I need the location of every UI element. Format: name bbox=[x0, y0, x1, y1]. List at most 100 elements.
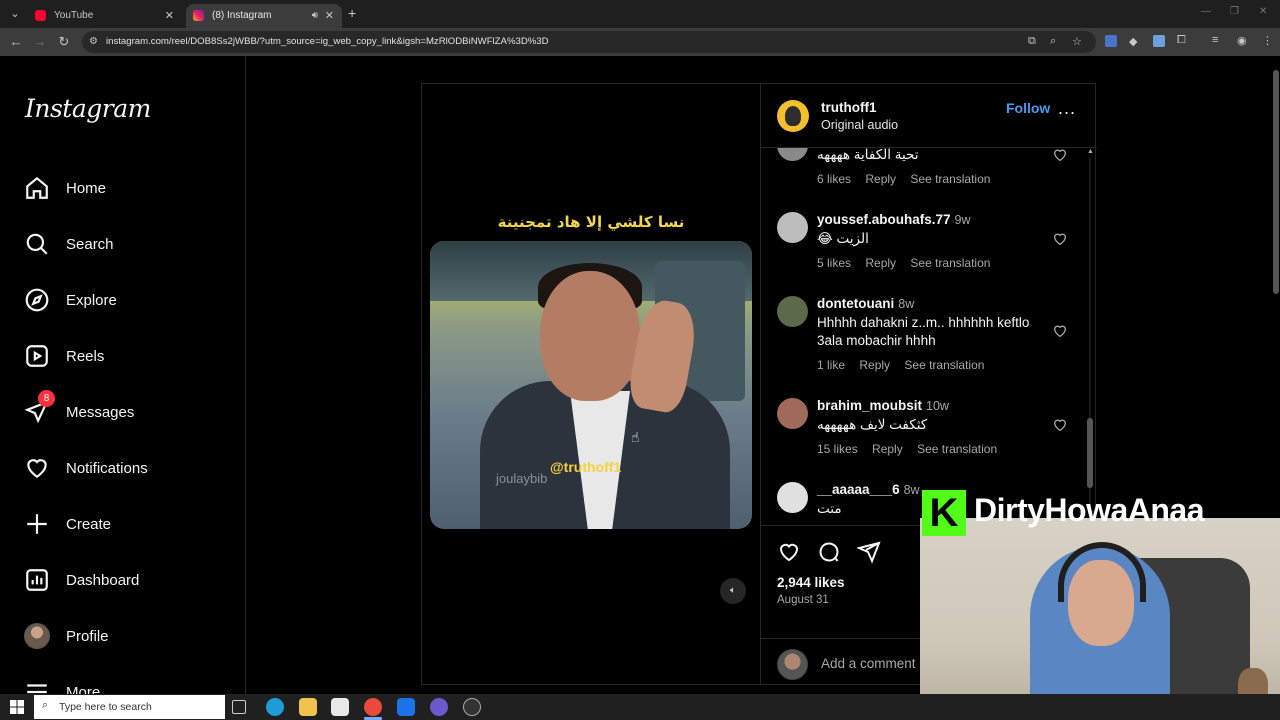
search-icon: ⌕ bbox=[42, 699, 49, 711]
comment-username[interactable]: __aaaaa___6 8w bbox=[817, 482, 920, 497]
sidebar-item-reels[interactable]: Reels bbox=[24, 338, 234, 374]
username-text[interactable]: __aaaaa___6 bbox=[817, 482, 900, 497]
extension-photo-icon[interactable] bbox=[1153, 35, 1165, 47]
site-info-icon[interactable]: ⚙ bbox=[89, 36, 101, 48]
author-avatar[interactable] bbox=[777, 100, 809, 132]
media-control-icon[interactable]: ≡ bbox=[1212, 34, 1218, 46]
avatar[interactable] bbox=[777, 296, 808, 327]
add-comment-input[interactable]: Add a comment bbox=[821, 656, 916, 671]
tab-search-button[interactable]: ⌄ bbox=[6, 5, 24, 23]
forward-icon[interactable]: → bbox=[32, 34, 48, 49]
obs-icon[interactable] bbox=[430, 698, 448, 716]
sidebar-item-profile[interactable]: Profile bbox=[24, 618, 234, 654]
streamer-name: DirtyHowaAnaa bbox=[974, 492, 1205, 528]
minimize-window-icon[interactable]: — bbox=[1201, 6, 1211, 17]
username-text[interactable]: youssef.abouhafs.77 bbox=[817, 212, 951, 227]
comment-username[interactable]: dontetouani 8w bbox=[817, 296, 914, 311]
comment-bubble-icon[interactable] bbox=[817, 540, 841, 564]
tab-audio-icon[interactable]: 🔊︎ bbox=[312, 4, 318, 28]
bookmark-star-icon[interactable]: ☆ bbox=[1072, 35, 1082, 48]
sidebar-item-home[interactable]: Home bbox=[24, 170, 234, 206]
reel-video[interactable]: نسا كلشي إلا هاد تمجنينة joulaybib @trut… bbox=[422, 84, 760, 684]
back-icon[interactable]: ← bbox=[8, 34, 24, 49]
new-tab-button[interactable]: + bbox=[348, 5, 356, 21]
outlook-icon[interactable] bbox=[397, 698, 415, 716]
instagram-logo[interactable]: Instagram bbox=[25, 94, 151, 123]
see-translation-button[interactable]: See translation bbox=[910, 256, 990, 270]
extension-translate-icon[interactable] bbox=[1105, 35, 1117, 47]
page-scrollbar-thumb[interactable] bbox=[1273, 70, 1279, 294]
restore-window-icon[interactable]: ❐ bbox=[1230, 6, 1239, 17]
comment-likes[interactable]: 5 likes bbox=[817, 256, 851, 270]
store-icon[interactable] bbox=[331, 698, 349, 716]
address-bar[interactable]: ⚙ instagram.com/reel/DOB8Ss2jWBB/?utm_so… bbox=[82, 31, 1096, 53]
instagram-sidebar: Instagram Home Search Explore Reels 8 Me… bbox=[0, 56, 246, 701]
avatar[interactable] bbox=[777, 212, 808, 243]
comment-username[interactable]: brahim_moubsit 10w bbox=[817, 398, 949, 413]
chrome-icon[interactable] bbox=[364, 698, 382, 716]
comment-likes[interactable]: 1 like bbox=[817, 358, 845, 372]
like-heart-icon[interactable] bbox=[777, 540, 801, 564]
share-icon[interactable] bbox=[857, 540, 881, 564]
tab-youtube[interactable]: YouTube ✕ bbox=[28, 4, 182, 28]
file-explorer-icon[interactable] bbox=[299, 698, 317, 716]
sidebar-item-search[interactable]: Search bbox=[24, 226, 234, 262]
sidebar-item-messages[interactable]: 8 Messages bbox=[24, 390, 234, 430]
close-tab-icon[interactable]: ✕ bbox=[165, 4, 174, 28]
extension-diamond-icon[interactable]: ◆ bbox=[1129, 35, 1137, 48]
close-tab-icon[interactable]: ✕ bbox=[325, 4, 334, 28]
reply-button[interactable]: Reply bbox=[865, 256, 896, 270]
comment-likes[interactable]: 6 likes bbox=[817, 172, 851, 186]
like-comment-heart-icon[interactable] bbox=[1052, 417, 1068, 433]
browser-toolbar: ← → ↻ ⚙ instagram.com/reel/DOB8Ss2jWBB/?… bbox=[0, 28, 1280, 56]
sidebar-item-dashboard[interactable]: Dashboard bbox=[24, 562, 234, 598]
see-translation-button[interactable]: See translation bbox=[904, 358, 984, 372]
app-icon[interactable] bbox=[463, 698, 481, 716]
avatar[interactable] bbox=[777, 148, 808, 161]
see-translation-button[interactable]: See translation bbox=[917, 442, 997, 456]
reply-button[interactable]: Reply bbox=[859, 358, 890, 372]
browser-menu-icon[interactable]: ⋮ bbox=[1262, 34, 1273, 47]
video-frame[interactable]: joulaybib @truthoff1 bbox=[430, 241, 752, 529]
sidebar-item-create[interactable]: Create bbox=[24, 506, 234, 542]
comment-text: تحية الكفاية ههههه bbox=[817, 148, 919, 162]
comment-likes[interactable]: 15 likes bbox=[817, 442, 858, 456]
scroll-up-icon[interactable]: ▲ bbox=[1087, 148, 1094, 155]
avatar[interactable] bbox=[777, 482, 808, 513]
author-username[interactable]: truthoff1 bbox=[821, 100, 876, 115]
zoom-icon[interactable]: ⌕ bbox=[1050, 35, 1056, 48]
username-text[interactable]: brahim_moubsit bbox=[817, 398, 922, 413]
url-text[interactable]: instagram.com/reel/DOB8Ss2jWBB/?utm_sour… bbox=[106, 31, 549, 53]
profile-icon[interactable]: ◉ bbox=[1237, 34, 1247, 47]
comments-list[interactable]: تحية الكفاية ههههه 6 likes Reply See tra… bbox=[761, 148, 1097, 526]
windows-start-icon[interactable] bbox=[10, 700, 24, 714]
extensions-puzzle-icon[interactable]: ⧠ bbox=[1177, 34, 1186, 47]
taskbar-search[interactable]: ⌕ Type here to search bbox=[34, 695, 225, 719]
like-comment-heart-icon[interactable] bbox=[1052, 231, 1068, 247]
install-app-icon[interactable]: ⧉ bbox=[1028, 35, 1036, 48]
sidebar-item-explore[interactable]: Explore bbox=[24, 282, 234, 318]
username-text[interactable]: dontetouani bbox=[817, 296, 894, 311]
volume-icon[interactable]: 🔈︎ bbox=[720, 578, 746, 604]
comment-username[interactable]: youssef.abouhafs.77 9w bbox=[817, 212, 971, 227]
likes-count[interactable]: 2,944 likes bbox=[777, 575, 845, 590]
sidebar-item-label: Create bbox=[66, 515, 112, 533]
comment-meta: 15 likes Reply See translation bbox=[817, 442, 1008, 456]
like-comment-heart-icon[interactable] bbox=[1052, 148, 1068, 163]
like-comment-heart-icon[interactable] bbox=[1052, 323, 1068, 339]
avatar[interactable] bbox=[777, 398, 808, 429]
close-window-icon[interactable]: ✕ bbox=[1259, 6, 1267, 17]
reply-button[interactable]: Reply bbox=[872, 442, 903, 456]
see-translation-button[interactable]: See translation bbox=[910, 172, 990, 186]
tab-instagram[interactable]: (8) Instagram 🔊︎ ✕ bbox=[186, 4, 342, 28]
follow-button[interactable]: Follow bbox=[1006, 100, 1050, 116]
more-options-icon[interactable]: ... bbox=[1058, 98, 1076, 119]
comments-scrollbar[interactable]: ▲ ▼ bbox=[1087, 148, 1094, 524]
sidebar-item-notifications[interactable]: Notifications bbox=[24, 450, 234, 486]
scrollbar-thumb[interactable] bbox=[1087, 418, 1093, 488]
edge-icon[interactable] bbox=[266, 698, 284, 716]
task-view-icon[interactable] bbox=[232, 700, 246, 714]
audio-link[interactable]: Original audio bbox=[821, 118, 898, 132]
reload-icon[interactable]: ↻ bbox=[56, 34, 72, 50]
reply-button[interactable]: Reply bbox=[865, 172, 896, 186]
